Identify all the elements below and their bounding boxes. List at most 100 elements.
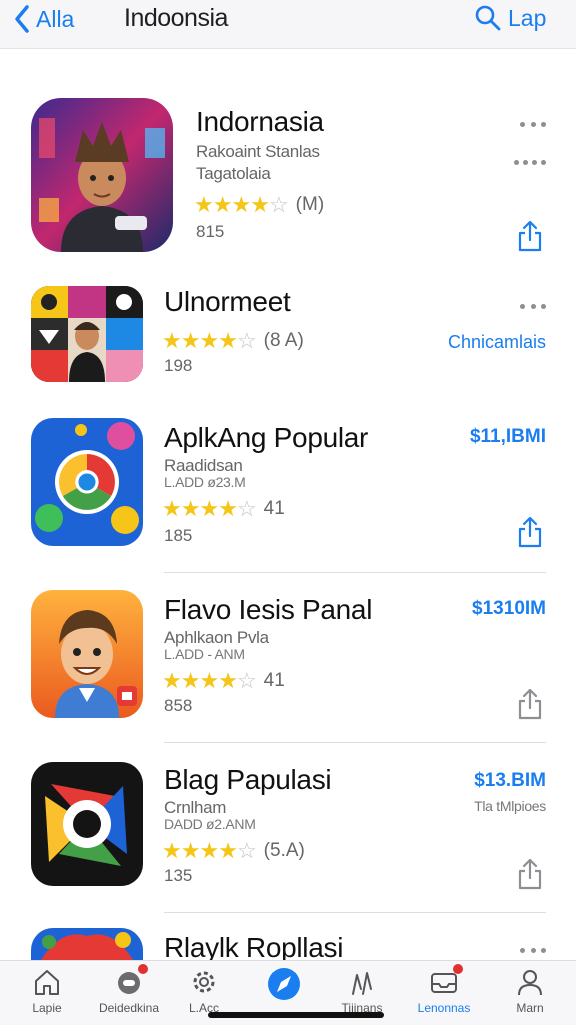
star-filled-icon: ★ [180,668,201,693]
rating-count: (M) [295,194,325,215]
more-options-icon[interactable] [514,158,546,166]
tab-label: Lenonnas [417,1001,471,1015]
app-category: Tagatolaia [196,164,271,183]
star-rating: ★★★★☆ [162,496,257,522]
rating-count: (8 A) [263,330,304,351]
star-rating: ★★★★☆ [162,328,257,354]
star-filled-icon: ★ [218,838,238,863]
chevron-left-icon [15,5,29,33]
more-options-icon[interactable] [520,120,546,128]
app-icon-ulnormeet[interactable] [31,286,143,382]
app-subtitle: Aphlkaon Pvla [164,628,269,647]
in-app-purchases-note: Tla tMlpioes [474,798,546,814]
star-filled-icon: ★ [162,838,182,863]
star-rating: ★★★★☆ [194,192,289,218]
app-icon-aplkang-popular[interactable] [31,418,143,546]
app-category: DADD ø2.ANM [164,816,256,832]
star-filled-icon: ★ [199,668,219,693]
price-button[interactable]: $1310IM [472,598,546,620]
share-icon[interactable] [517,220,543,252]
rating-count: 41 [263,498,285,519]
app-rating: ★★★★☆ 41 [162,668,285,694]
star-filled-icon: ★ [212,192,233,217]
star-empty-icon: ☆ [236,838,257,863]
rating-count: (5.A) [263,840,305,861]
app-subtitle: Rakoaint Stanlas [196,142,320,161]
star-empty-icon: ☆ [236,496,257,521]
app-category: L.ADD ø23.M [164,474,246,490]
tab-discover[interactable] [244,967,324,1005]
star-filled-icon: ★ [180,838,201,863]
notification-badge [138,964,148,974]
share-icon[interactable] [517,516,543,548]
star-filled-icon: ★ [218,328,238,353]
star-empty-icon: ☆ [236,668,257,693]
chrome-icon [31,418,143,546]
notification-badge [453,964,463,974]
star-empty-icon: ☆ [236,328,257,353]
price-button[interactable]: $13.BIM [474,770,546,792]
app-name: Blag Papulasi [164,764,332,795]
star-filled-icon: ★ [194,192,214,217]
app-name: Flavo Iesis Panal [164,594,373,625]
back-button[interactable]: Alla [12,4,74,34]
app-subtitle: Raadidsan [164,456,243,475]
colorful-app-icon [31,928,143,960]
star-filled-icon: ★ [218,668,238,693]
star-filled-icon: ★ [199,838,219,863]
app-icon-blag-papulasi[interactable] [31,762,143,886]
app-icon-indornasia[interactable] [31,98,173,252]
game-character-icon [31,98,173,252]
app-rating: ★★★★☆ 41 [162,496,285,522]
row-divider [164,742,546,743]
people-icon [352,972,372,995]
search-label: Lap [508,4,547,31]
star-filled-icon: ★ [218,496,238,521]
more-options-icon[interactable] [520,946,546,954]
app-size: 135 [164,866,193,885]
star-rating: ★★★★☆ [162,668,257,694]
search-button[interactable]: Lap [474,4,546,32]
tab-label: Marn [516,1001,544,1015]
star-filled-icon: ★ [199,328,219,353]
row-divider [164,572,546,573]
app-icon-flavo-iesis-panal[interactable] [31,590,143,718]
row-divider [164,912,546,913]
app-rating: ★★★★☆ (M) [194,192,324,218]
more-options-icon[interactable] [520,302,546,310]
star-filled-icon: ★ [162,496,182,521]
app-category: L.ADD - ANM [164,646,245,662]
star-filled-icon: ★ [180,328,201,353]
back-label: Alla [36,5,75,32]
share-icon[interactable] [517,688,543,720]
page-title: Indoonsia [124,4,228,32]
tab-games[interactable]: Deidedkina [89,964,169,1015]
get-button[interactable]: Chnicamlais [448,332,546,353]
tab-settings[interactable]: L.Acc [164,967,244,1015]
search-icon [475,5,501,31]
collage-app-icon [31,286,143,382]
tab-label: Deidedkina [98,1001,160,1015]
tab-account[interactable]: Marn [490,967,570,1015]
tab-home[interactable]: Lapie [7,967,87,1015]
star-filled-icon: ★ [180,496,201,521]
star-filled-icon: ★ [162,668,182,693]
home-indicator [208,1012,384,1018]
app-subtitle: Crnlham [164,798,227,817]
tab-inbox[interactable]: Lenonnas [404,964,484,1015]
navigation-bar: Alla Indoonsia Lap [0,0,576,49]
account-icon [518,970,542,996]
star-filled-icon: ★ [199,496,219,521]
pinwheel-icon [31,762,143,886]
tab-people[interactable]: Tijinans [322,967,402,1015]
app-name: Ulnormeet [164,286,291,317]
price-button[interactable]: $11,IBMI [470,426,546,448]
settings-icon [193,971,215,993]
compass-icon [268,968,300,1000]
app-rating: ★★★★☆ (5.A) [162,838,305,864]
app-size: 858 [164,696,193,715]
star-rating: ★★★★☆ [162,838,257,864]
tab-label: Lapie [32,1001,62,1015]
app-icon-rlaylk-ropllasi[interactable] [31,928,143,960]
share-icon[interactable] [517,858,543,890]
